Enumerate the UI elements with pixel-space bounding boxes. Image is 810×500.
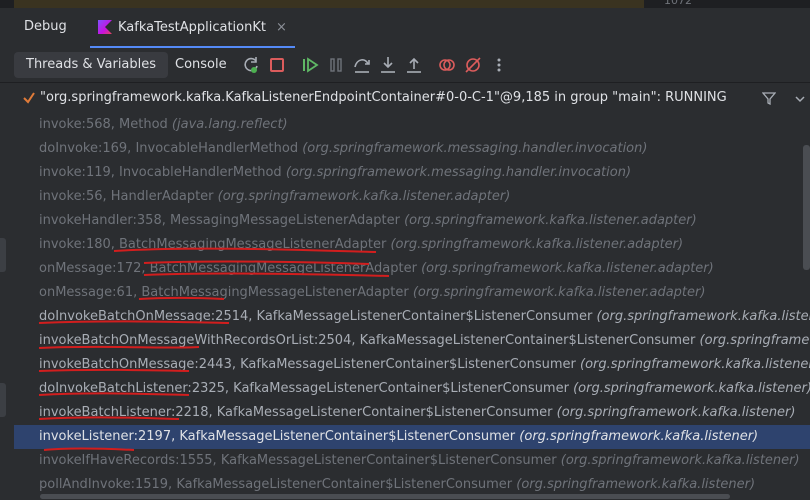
stop-icon[interactable] [267,55,287,75]
gutter-marker [0,238,6,272]
mute-breakpoints-icon[interactable] [463,55,483,75]
red-annotations [38,247,390,451]
resume-icon[interactable] [300,55,320,75]
chevron-down-icon[interactable] [794,93,806,105]
annotation-underline [138,296,225,300]
run-config-label: KafkaTestApplicationKt [118,19,266,35]
rerun-icon[interactable] [241,55,261,75]
vertical-scrollbar[interactable] [803,145,810,270]
step-out-icon[interactable] [404,55,424,75]
code-line-highlight [14,0,644,8]
annotation-underline [38,416,180,420]
annotation-underline [38,345,200,349]
annotation-underline [38,368,190,372]
annotation-underline [143,260,370,265]
stack-frames-list: invoke:568, Method (java.lang.reflect) d… [14,113,810,500]
thread-selector[interactable]: "org.springframework.kafka.KafkaListener… [0,83,810,114]
horizontal-scrollbar[interactable] [40,494,730,499]
filter-icon[interactable] [762,91,776,105]
step-into-icon[interactable] [378,55,398,75]
view-breakpoints-icon[interactable] [437,55,457,75]
gutter-marker [0,383,6,417]
check-icon [23,92,35,104]
tool-window-title: Debug [24,19,67,34]
editor-strip: 1072 [0,0,810,8]
run-config-tab[interactable]: KafkaTestApplicationKt × [90,8,295,48]
annotation-underline [38,392,190,396]
thread-label: "org.springframework.kafka.KafkaListener… [40,90,727,105]
pause-icon[interactable] [326,55,346,75]
left-gutter [0,113,14,500]
annotation-underline [113,247,377,253]
close-icon[interactable]: × [276,20,287,35]
debug-tab-bar: Debug KafkaTestApplicationKt × [0,8,810,48]
annotation-underline [38,320,230,324]
tab-threads-variables[interactable]: Threads & Variables [14,52,169,78]
kotlin-icon [98,20,112,34]
more-icon[interactable] [489,55,509,75]
line-number: 1072 [664,0,692,7]
tab-console[interactable]: Console [163,52,239,78]
annotation-underline [143,272,390,277]
step-over-icon[interactable] [352,55,372,75]
debug-toolbar: Threads & Variables Console [0,48,810,83]
annotation-underline [43,447,135,451]
